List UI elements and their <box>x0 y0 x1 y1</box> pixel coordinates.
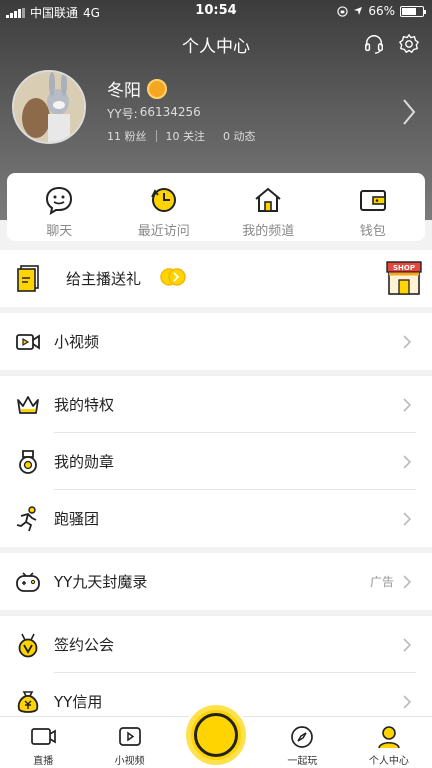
stat-fans-value: 11 <box>107 130 121 143</box>
tab-profile-label: 个人中心 <box>368 756 409 767</box>
location-arrow-icon <box>354 7 363 15</box>
chevron-right-icon <box>403 637 412 652</box>
quick-actions-card: 聊天 最近访问 我的频道 钱包 <box>7 173 425 241</box>
tab-profile[interactable]: 个人中心 <box>346 717 432 768</box>
menu-item-run-club[interactable]: 跑骚团 <box>0 490 432 547</box>
wallet-icon <box>359 190 386 211</box>
tab-play-together-label: 一起玩 <box>287 756 318 767</box>
menu-item-privilege[interactable]: 我的特权 <box>0 376 432 433</box>
stat-following-value: 10 <box>165 130 180 143</box>
avatar[interactable] <box>12 70 86 144</box>
live-tv-icon <box>31 728 57 745</box>
medal-icon <box>19 449 37 474</box>
quick-action-channel-label: 我的频道 <box>242 224 295 239</box>
compass-icon <box>291 726 314 748</box>
chevron-right-icon <box>403 454 412 469</box>
stat-divider <box>155 130 157 142</box>
status-bar: 中国联通 4G 10:54 66% <box>0 0 432 22</box>
level-badge-icon[interactable] <box>147 78 167 99</box>
menu-item-credit-label: YY信用 <box>54 693 103 711</box>
menu-section-account: 我的特权 我的勋章 跑骚团 <box>0 376 432 547</box>
chevron-right-icon <box>403 397 412 412</box>
menu-item-privilege-label: 我的特权 <box>54 396 115 414</box>
record-button-icon[interactable] <box>186 705 246 765</box>
guild-badge-icon <box>18 633 38 657</box>
menu-item-short-video-label: 小视频 <box>54 333 100 351</box>
yy-id: YY号: 66134256 <box>107 105 201 122</box>
headset-icon[interactable] <box>363 33 385 55</box>
chevron-right-icon <box>403 334 412 349</box>
tab-short-video-label: 小视频 <box>114 756 145 767</box>
stat-following[interactable]: 10 关注 <box>166 128 206 144</box>
chevron-right-icon <box>403 511 412 526</box>
battery-percent: 66% <box>368 4 395 18</box>
tab-short-video[interactable]: 小视频 <box>86 717 172 768</box>
video-icon <box>118 727 141 746</box>
quick-action-channel[interactable]: 我的频道 <box>216 173 321 241</box>
user-name: 冬阳 <box>107 76 167 101</box>
menu-section-more: 签约公会 YY信用 <box>0 616 432 716</box>
settings-icon[interactable] <box>398 33 420 55</box>
crown-icon <box>17 395 39 414</box>
ad-tag: 广告 <box>369 575 394 589</box>
user-name-text: 冬阳 <box>107 81 141 101</box>
profile-stats: 11 粉丝 10 关注 0 动态 <box>107 128 256 144</box>
chat-icon <box>46 186 73 215</box>
tab-play-together[interactable]: 一起玩 <box>259 717 345 768</box>
stat-fans[interactable]: 11 粉丝 <box>107 128 147 144</box>
yy-id-number: 66134256 <box>139 105 201 119</box>
gift-card-icon <box>17 265 39 292</box>
quick-action-wallet-label: 钱包 <box>359 224 386 239</box>
gift-banner[interactable]: 给主播送礼 SHOP <box>0 250 432 307</box>
profile-icon <box>378 726 400 749</box>
home-icon <box>255 187 281 212</box>
stat-posts[interactable]: 0 动态 <box>223 128 256 144</box>
quick-action-recent-label: 最近访问 <box>137 224 190 239</box>
shop-sign-text: SHOP <box>393 264 415 272</box>
chevron-right-icon <box>403 694 412 709</box>
menu-section-game: YY九天封魔录 广告 <box>0 553 432 610</box>
gamepad-icon <box>16 571 40 592</box>
menu-item-guild-label: 签约公会 <box>54 636 115 654</box>
gift-banner-label: 给主播送礼 <box>66 270 142 288</box>
quick-action-wallet[interactable]: 钱包 <box>321 173 426 241</box>
running-person-icon <box>16 505 37 531</box>
menu-item-game[interactable]: YY九天封魔录 广告 <box>0 553 432 610</box>
tab-live-label: 直播 <box>33 756 54 767</box>
stat-fans-label: 粉丝 <box>124 130 147 143</box>
menu-item-medal[interactable]: 我的勋章 <box>0 433 432 490</box>
yy-id-label: YY号: <box>107 107 138 121</box>
video-camera-icon <box>16 333 40 350</box>
menu-item-short-video[interactable]: 小视频 <box>0 313 432 370</box>
tab-live[interactable]: 直播 <box>0 717 86 768</box>
menu-item-run-club-label: 跑骚团 <box>54 510 100 528</box>
lock-rotation-icon <box>337 5 349 17</box>
menu-item-medal-label: 我的勋章 <box>54 453 115 471</box>
chevron-right-icon <box>403 574 412 589</box>
quick-action-chat[interactable]: 聊天 <box>7 173 112 241</box>
quick-action-chat-label: 聊天 <box>46 224 73 239</box>
quick-action-recent[interactable]: 最近访问 <box>112 173 217 241</box>
clock-icon <box>150 188 176 212</box>
stat-posts-label: 动态 <box>233 130 256 143</box>
menu-item-game-label: YY九天封魔录 <box>54 573 148 591</box>
menu-section-video: 小视频 <box>0 313 432 370</box>
money-bag-icon <box>17 690 39 713</box>
shop-icon[interactable]: SHOP <box>386 260 422 296</box>
stat-posts-value: 0 <box>223 130 230 143</box>
profile-chevron-right-icon[interactable] <box>402 98 416 126</box>
menu-item-guild[interactable]: 签约公会 <box>0 616 432 673</box>
coins-icon <box>160 268 186 286</box>
battery-icon <box>400 5 426 17</box>
stat-following-label: 关注 <box>183 130 205 143</box>
